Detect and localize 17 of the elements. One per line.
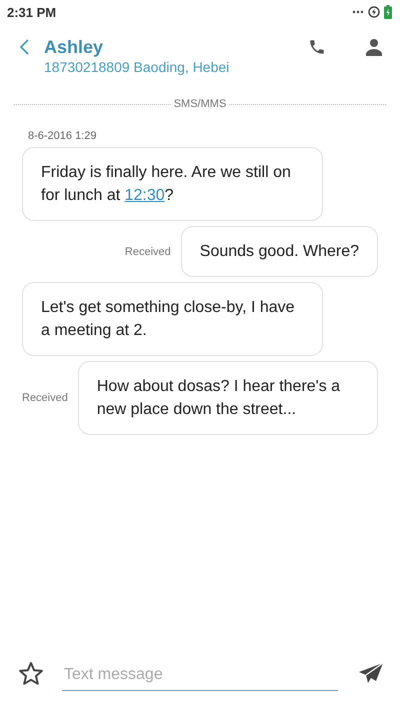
message-bubble: Let's get something close-by, I have a meeting at 2.: [22, 282, 323, 356]
status-time: 2:31 PM: [7, 4, 56, 20]
contact-button[interactable]: [366, 38, 382, 59]
battery-icon: [384, 5, 392, 19]
contact-name: Ashley: [44, 36, 104, 58]
message-timestamp: 8-6-2016 1:29: [28, 130, 98, 142]
contact-detail: 18730218809 Baoding, Hebei: [44, 58, 230, 76]
more-icon: [352, 10, 364, 14]
time-link[interactable]: 12:30: [124, 187, 165, 204]
channel-label: SMS/MMS: [172, 98, 228, 110]
charging-icon: [368, 6, 380, 18]
message-bubble: How about dosas? I hear there's a new place down the street...: [78, 361, 378, 435]
message-status: Received: [124, 246, 171, 258]
message-input[interactable]: Text message: [62, 660, 338, 690]
message-bubble: Sounds good. Where?: [180, 226, 378, 277]
message-status: Received: [22, 392, 68, 404]
message-bubble: Friday is finally here. Are we still on for lunch at 12:30?: [22, 147, 323, 221]
